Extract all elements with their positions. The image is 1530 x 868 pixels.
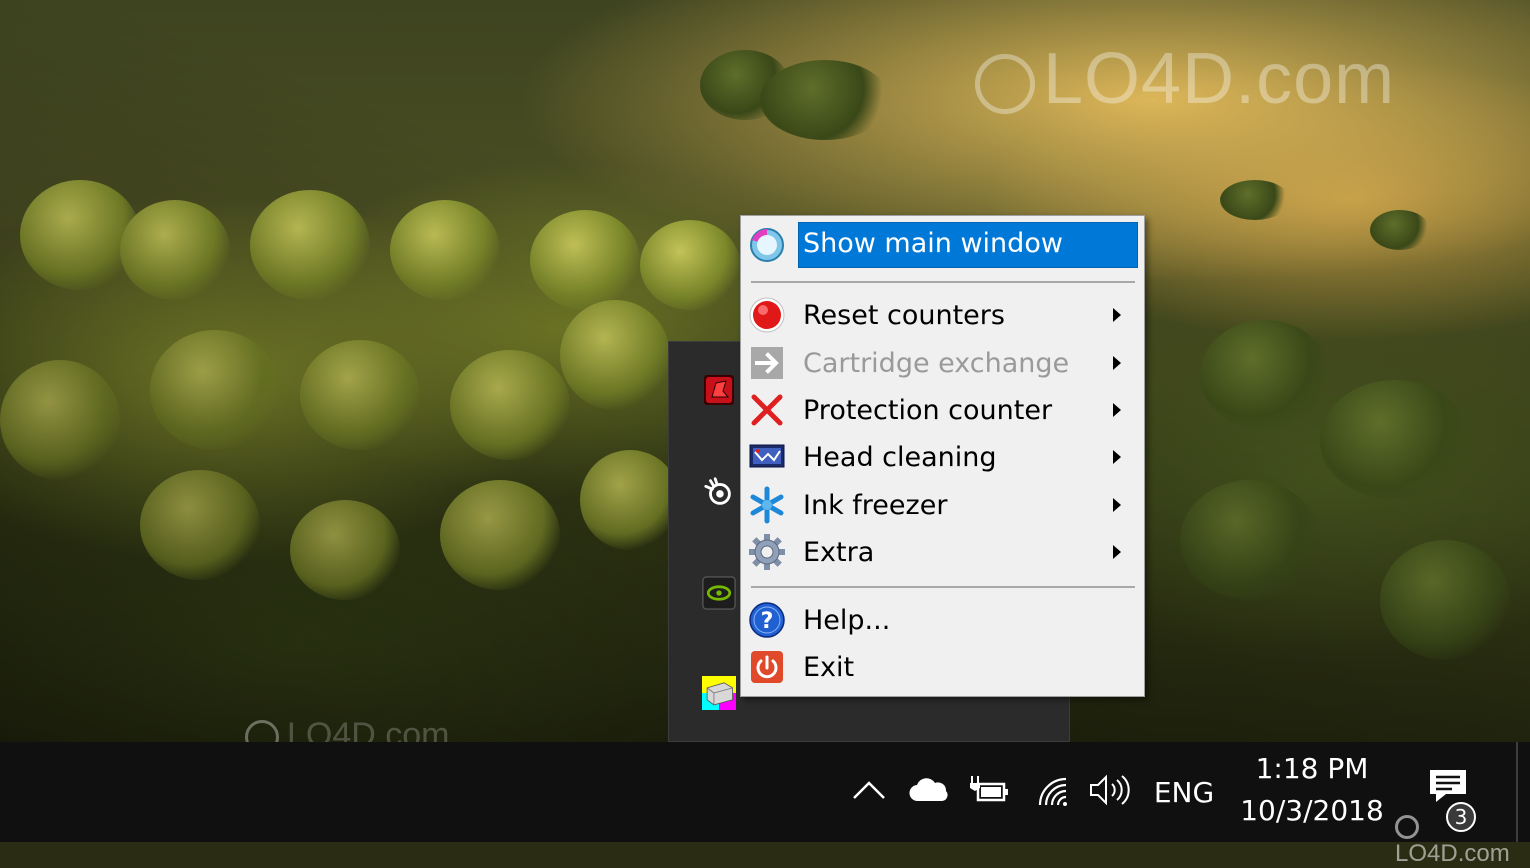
menu-item-ink-freezer[interactable]: Ink freezer	[746, 482, 1139, 528]
menu-item-show-main-window[interactable]: Show main window	[746, 220, 1139, 268]
menu-item-cartridge-exchange[interactable]: Cartridge exchange	[746, 340, 1139, 386]
watermark-top: LO4D.com	[975, 38, 1395, 120]
menu-item-reset-counters[interactable]: Reset counters	[746, 292, 1139, 338]
nvidia-icon	[702, 576, 736, 610]
menu-item-label: Cartridge exchange	[803, 347, 1070, 379]
taskbar: ENG 1:18 PM 10/3/2018 3	[0, 742, 1530, 842]
wifi-button[interactable]	[1030, 742, 1076, 842]
help-icon: ?	[746, 599, 788, 641]
tray-app-printer[interactable]	[699, 673, 739, 713]
menu-item-head-cleaning[interactable]: Head cleaning	[746, 434, 1139, 480]
tray-app-red[interactable]	[699, 370, 739, 410]
arrow-right-icon	[746, 342, 788, 384]
volume-button[interactable]	[1084, 742, 1132, 842]
steelseries-icon	[702, 475, 736, 509]
watermark-text: LO4D.com	[1043, 39, 1396, 119]
chevron-up-icon	[852, 780, 886, 804]
watermark-corner: LO4D.com	[1395, 812, 1530, 868]
printer-app-icon	[702, 676, 736, 710]
wifi-icon	[1034, 773, 1072, 811]
menu-separator	[751, 586, 1135, 588]
menu-separator	[751, 281, 1135, 283]
menu-item-label: Extra	[803, 536, 875, 568]
volume-icon	[1086, 772, 1130, 812]
menu-item-label: Show main window	[803, 227, 1063, 259]
language-indicator[interactable]: ENG	[1148, 742, 1220, 842]
taskbar-clock[interactable]: 1:18 PM 10/3/2018	[1232, 742, 1392, 842]
power-icon	[968, 774, 1010, 810]
red-dot-icon	[746, 294, 788, 336]
clock-date: 10/3/2018	[1240, 794, 1384, 827]
menu-item-label: Reset counters	[803, 299, 1005, 331]
submenu-arrow-icon	[1113, 450, 1121, 464]
menu-item-extra[interactable]: Extra	[746, 529, 1139, 575]
tray-app-steelseries[interactable]	[699, 472, 739, 512]
menu-item-label: Help...	[803, 604, 891, 636]
lo4d-logo-icon	[1395, 814, 1419, 839]
onedrive-icon	[908, 777, 950, 807]
watermark-text: LO4D.com	[1395, 840, 1510, 867]
tray-app-nvidia[interactable]	[699, 573, 739, 613]
menu-item-help[interactable]: ? Help...	[746, 597, 1139, 643]
menu-item-exit[interactable]: Exit	[746, 644, 1139, 690]
submenu-arrow-icon	[1113, 308, 1121, 322]
show-hidden-icons-button[interactable]	[846, 742, 892, 842]
submenu-arrow-icon	[1113, 545, 1121, 559]
menu-item-label: Head cleaning	[803, 441, 997, 473]
gear-icon	[746, 531, 788, 573]
exit-icon	[746, 646, 788, 688]
menu-item-label: Exit	[803, 651, 855, 683]
submenu-arrow-icon	[1113, 356, 1121, 370]
red-x-icon	[746, 389, 788, 431]
tray-context-menu: Show main window Reset counters Cartridg…	[740, 215, 1145, 697]
menu-item-label: Protection counter	[803, 394, 1053, 426]
app-window-icon	[746, 222, 788, 264]
menu-item-protection-counter[interactable]: Protection counter	[746, 387, 1139, 433]
clock-time: 1:18 PM	[1255, 752, 1369, 785]
snowflake-icon	[746, 484, 788, 526]
lo4d-logo-icon	[975, 53, 1035, 114]
menu-item-label: Ink freezer	[803, 489, 948, 521]
red-app-icon	[702, 373, 736, 407]
submenu-arrow-icon	[1113, 403, 1121, 417]
power-button[interactable]	[964, 742, 1014, 842]
onedrive-button[interactable]	[904, 742, 954, 842]
svg-text:?: ?	[761, 609, 774, 634]
printer-head-icon	[746, 436, 788, 478]
submenu-arrow-icon	[1113, 498, 1121, 512]
